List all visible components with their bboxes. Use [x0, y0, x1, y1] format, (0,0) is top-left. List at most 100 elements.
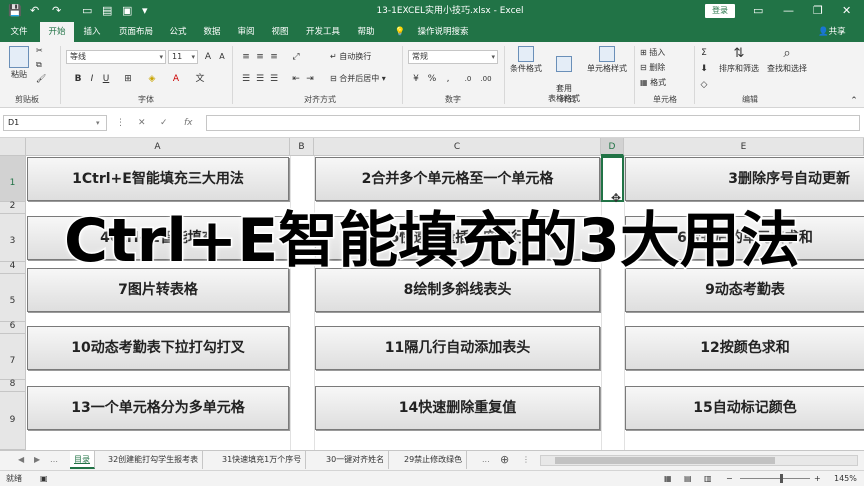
- ribbon-display-icon[interactable]: ▭: [753, 4, 763, 18]
- scrollbar-thumb[interactable]: [555, 457, 775, 464]
- phonetic-icon[interactable]: 文: [194, 72, 206, 86]
- sheet-tab-30[interactable]: 30一键对齐姓名: [322, 451, 390, 469]
- menu-help[interactable]: 帮助: [352, 22, 380, 42]
- restore-icon[interactable]: ❐: [813, 4, 823, 18]
- cancel-icon[interactable]: ✕: [138, 115, 146, 131]
- select-all-corner[interactable]: [0, 138, 26, 156]
- menu-data[interactable]: 数据: [198, 22, 226, 42]
- name-box[interactable]: D1: [3, 115, 107, 131]
- link-button-13[interactable]: 13一个单元格分为多单元格: [27, 386, 289, 430]
- sheet-tab-catalog[interactable]: 目录: [70, 451, 95, 469]
- sheet-tab-31[interactable]: 31快速填充1万个序号: [218, 451, 307, 469]
- menu-file[interactable]: 文件: [4, 22, 34, 42]
- menu-view[interactable]: 视图: [266, 22, 294, 42]
- insert-cells-button[interactable]: ⊞ 插入: [640, 48, 665, 58]
- zoom-slider[interactable]: [740, 478, 810, 479]
- wrap-text-button[interactable]: ↵ 自动换行: [330, 52, 371, 62]
- font-size-combo[interactable]: 11 ▾: [168, 50, 198, 64]
- link-button-14[interactable]: 14快速删除重复值: [315, 386, 600, 430]
- cut-icon[interactable]: ✂: [36, 46, 43, 56]
- page-layout-view-icon[interactable]: ▤: [684, 471, 692, 486]
- menu-home[interactable]: 开始: [40, 22, 74, 42]
- comma-icon[interactable]: ,: [442, 72, 454, 86]
- italic-icon[interactable]: I: [86, 72, 98, 86]
- orientation-icon[interactable]: ⤢: [290, 50, 302, 64]
- autosum-icon[interactable]: Σ: [698, 46, 710, 60]
- quick-access-icon[interactable]: ▣: [122, 4, 132, 18]
- macro-record-icon[interactable]: ▣: [40, 471, 48, 486]
- font-name-combo[interactable]: 等线 ▾: [66, 50, 166, 64]
- clear-icon[interactable]: ◇: [698, 78, 710, 92]
- align-middle-icon[interactable]: ≡: [254, 50, 266, 64]
- close-icon[interactable]: ✕: [842, 4, 851, 18]
- bold-icon[interactable]: B: [72, 72, 84, 86]
- link-button-1[interactable]: 1Ctrl+E智能填充三大用法: [27, 157, 289, 201]
- insert-function-icon[interactable]: fx: [184, 115, 193, 131]
- conditional-format-button[interactable]: 条件格式: [508, 46, 544, 74]
- zoom-level[interactable]: 145%: [834, 471, 857, 486]
- find-select-button[interactable]: ⌕ 查找和选择: [764, 46, 810, 74]
- format-cells-button[interactable]: ▦ 格式: [640, 78, 666, 88]
- menu-formulas[interactable]: 公式: [164, 22, 192, 42]
- underline-icon[interactable]: U: [100, 72, 112, 86]
- name-box-dropdown-icon[interactable]: ▾: [96, 115, 100, 131]
- paste-button[interactable]: 粘贴: [6, 46, 32, 80]
- tab-next-icon[interactable]: ▶: [34, 453, 40, 467]
- sort-filter-button[interactable]: ⇅ 排序和筛选: [716, 46, 762, 74]
- tabs-ellipsis[interactable]: ...: [482, 453, 490, 467]
- percent-icon[interactable]: %: [426, 72, 438, 86]
- zoom-out-icon[interactable]: −: [726, 471, 733, 486]
- align-bottom-icon[interactable]: ≡: [268, 50, 280, 64]
- tell-me-search[interactable]: 操作说明搜索: [408, 22, 478, 42]
- border-icon[interactable]: ⊞: [122, 72, 134, 86]
- column-header-e[interactable]: E: [624, 138, 864, 156]
- currency-icon[interactable]: ¥: [410, 72, 422, 86]
- link-button-2[interactable]: 2合并多个单元格至一个单元格: [315, 157, 600, 201]
- open-folder-icon[interactable]: ▤: [102, 4, 112, 18]
- row-header-8[interactable]: 8: [0, 380, 26, 392]
- undo-icon[interactable]: ↶: [30, 4, 39, 18]
- decrease-decimal-icon[interactable]: .00: [480, 72, 492, 86]
- row-header-6[interactable]: 6: [0, 322, 26, 334]
- link-button-3[interactable]: 3删除序号自动更新: [625, 157, 864, 201]
- normal-view-icon[interactable]: ▦: [664, 471, 672, 486]
- tab-more-icon[interactable]: …: [50, 453, 58, 467]
- column-header-c[interactable]: C: [314, 138, 601, 156]
- row-header-7[interactable]: 7: [0, 334, 26, 380]
- format-painter-icon[interactable]: 🖌: [36, 74, 46, 84]
- share-button[interactable]: 👤共享: [818, 22, 846, 42]
- menu-page-layout[interactable]: 页面布局: [112, 22, 160, 42]
- column-header-b[interactable]: B: [290, 138, 314, 156]
- sheet-tab-29[interactable]: 29禁止修改绿色: [400, 451, 468, 469]
- align-center-icon[interactable]: ☰: [254, 72, 266, 86]
- increase-font-icon[interactable]: A: [202, 50, 214, 64]
- zoom-slider-knob[interactable]: [780, 474, 783, 483]
- collapse-ribbon-icon[interactable]: ⌃: [848, 94, 860, 108]
- column-header-d[interactable]: D: [601, 138, 624, 156]
- align-right-icon[interactable]: ☰: [268, 72, 280, 86]
- menu-developer[interactable]: 开发工具: [300, 22, 346, 42]
- decrease-font-icon[interactable]: A: [216, 50, 228, 64]
- link-button-10[interactable]: 10动态考勤表下拉打勾打叉: [27, 326, 289, 370]
- tab-prev-icon[interactable]: ◀: [18, 453, 24, 467]
- number-format-combo[interactable]: 常规 ▾: [408, 50, 498, 64]
- enter-icon[interactable]: ✓: [160, 115, 168, 131]
- link-button-15[interactable]: 15自动标记颜色: [625, 386, 864, 430]
- new-file-icon[interactable]: ▭: [82, 4, 92, 18]
- row-header-9[interactable]: 9: [0, 392, 26, 450]
- column-header-a[interactable]: A: [26, 138, 290, 156]
- formula-input[interactable]: [206, 115, 860, 131]
- page-break-view-icon[interactable]: ▥: [704, 471, 712, 486]
- align-top-icon[interactable]: ≡: [240, 50, 252, 64]
- fill-icon[interactable]: ⬇: [698, 62, 710, 76]
- copy-icon[interactable]: ⧉: [36, 60, 42, 70]
- add-sheet-icon[interactable]: ⊕: [500, 453, 509, 467]
- horizontal-scrollbar[interactable]: [540, 455, 858, 466]
- align-left-icon[interactable]: ☰: [240, 72, 252, 86]
- save-icon[interactable]: 💾: [8, 4, 22, 18]
- delete-cells-button[interactable]: ⊟ 删除: [640, 63, 665, 73]
- link-button-11[interactable]: 11隔几行自动添加表头: [315, 326, 600, 370]
- menu-review[interactable]: 审阅: [232, 22, 260, 42]
- redo-icon[interactable]: ↷: [52, 4, 61, 18]
- cell-styles-button[interactable]: 单元格样式: [584, 46, 630, 74]
